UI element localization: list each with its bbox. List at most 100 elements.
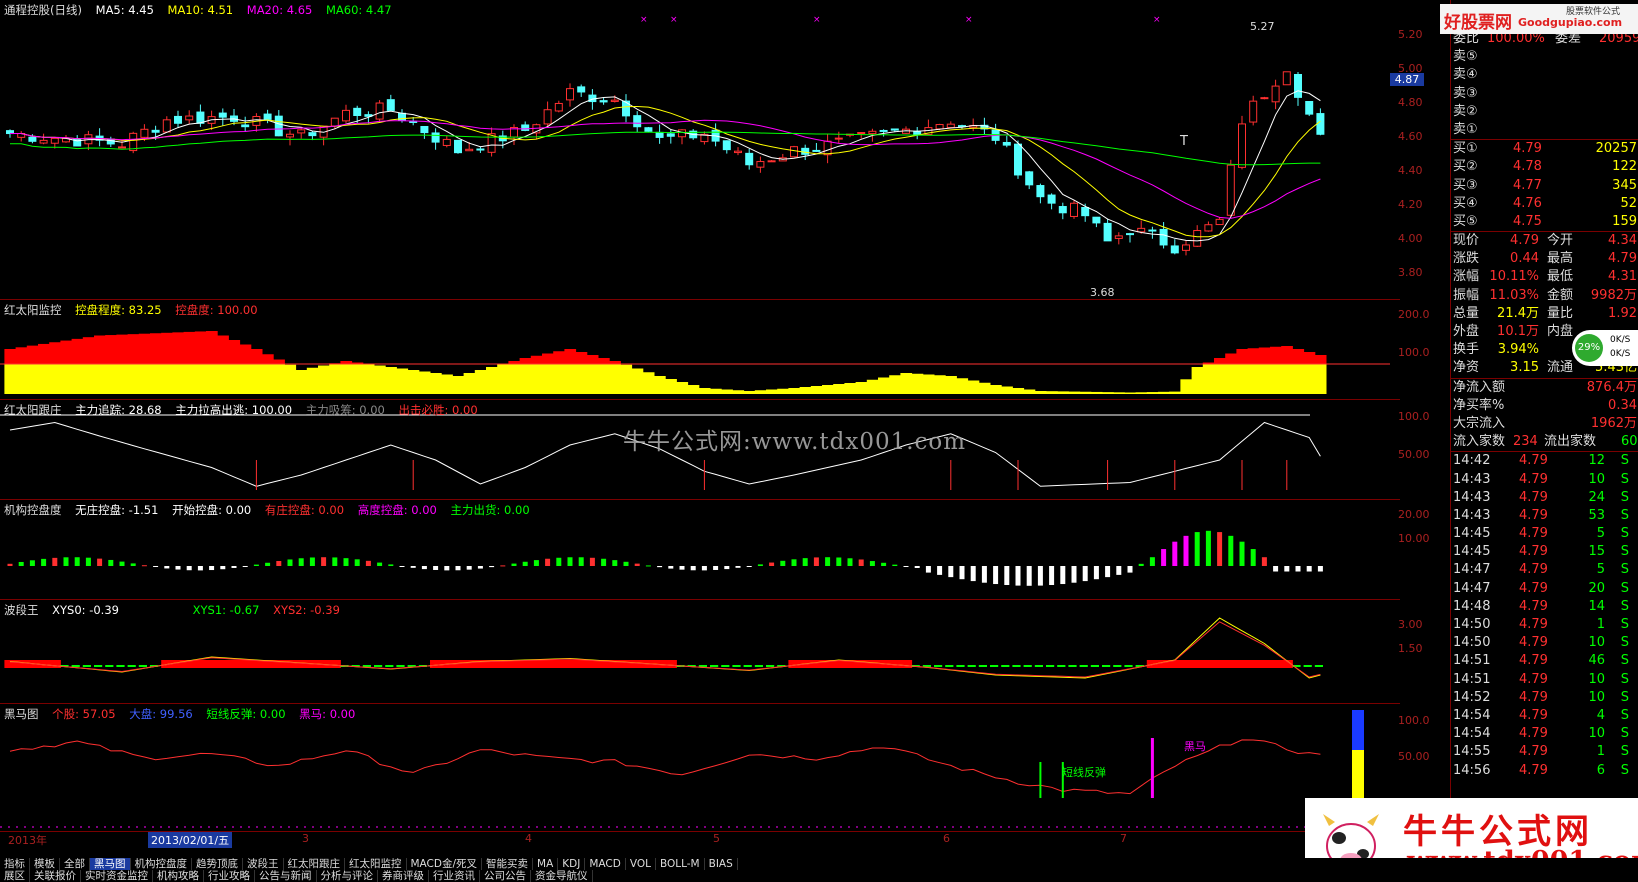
function-link[interactable]: 公司公告: [480, 870, 531, 882]
control-bar: [242, 566, 248, 567]
function-link[interactable]: 公告与新闻: [255, 870, 317, 882]
candle-body: [218, 112, 227, 118]
pane-dark-horse[interactable]: 黑马图 个股: 57.05 大盘: 99.56 短线反弹: 0.00 黑马: 0…: [0, 704, 1430, 832]
indicator-tab[interactable]: 红太阳跟庄: [284, 858, 345, 870]
indicator-tab[interactable]: 黑马图: [90, 858, 131, 870]
indicator-tab[interactable]: 趋势顶底: [192, 858, 243, 870]
function-link[interactable]: 行业攻略: [204, 870, 255, 882]
buy-level-price: 4.75: [1513, 213, 1542, 229]
candle-body: [1182, 244, 1190, 251]
control-bar: [948, 566, 954, 578]
monitor-yellow-bar: [1034, 391, 1047, 394]
quote-label: 涨幅: [1453, 269, 1480, 285]
function-link[interactable]: 实时资金监控: [81, 870, 153, 882]
control-bar: [1306, 566, 1312, 572]
buy-level-label: 买④: [1453, 195, 1478, 211]
indicator-tab[interactable]: MACD金/死叉: [407, 858, 483, 870]
brand-top-url: Goodgupiao.com: [1518, 16, 1623, 29]
candle-body: [151, 129, 160, 133]
net-speed-widget[interactable]: 29% 0K/S 0K/S: [1572, 330, 1638, 366]
candle-body: [745, 152, 754, 166]
control-bar: [1239, 541, 1245, 566]
inflow-count: 234: [1513, 434, 1538, 450]
candle-body: [1226, 164, 1235, 216]
candle-body: [834, 137, 843, 140]
monitor-yellow-bar: [967, 380, 980, 394]
indicator-tab[interactable]: VOL: [626, 858, 656, 870]
bottom-toolbar[interactable]: 指标 模板 全部 黑马图 机构控盘度 趋势顶底 波段王 红太阳跟庄 红太阳监控 MACD金/死叉智…: [0, 858, 1638, 882]
indicator-tab[interactable]: KDJ: [558, 858, 586, 870]
pane-institution-control[interactable]: 机构控盘度 无庄控盘: -1.51 开始控盘: 0.00 有庄控盘: 0.00 …: [0, 500, 1430, 600]
monitor-yellow-bar: [1202, 364, 1215, 394]
tick-volume: 4: [1596, 707, 1605, 723]
pane3-title: 机构控盘度 无庄控盘: -1.51 开始控盘: 0.00 有庄控盘: 0.00 …: [4, 502, 540, 518]
main-ytick: 4.00: [1398, 232, 1423, 245]
function-link[interactable]: 券商评级: [378, 870, 429, 882]
tick-price: 4.79: [1519, 526, 1548, 542]
main-price-pane[interactable]: 通程控股(日线) MA5: 4.45 MA10: 4.51 MA20: 4.65…: [0, 0, 1424, 300]
control-bar: [388, 564, 394, 566]
chart-area[interactable]: 通程控股(日线) MA5: 4.45 MA10: 4.51 MA20: 4.65…: [0, 0, 1430, 860]
quote-value: 4.79: [1510, 233, 1539, 249]
tick-volume: 5: [1596, 526, 1605, 542]
indicator-tab[interactable]: MA: [533, 858, 559, 870]
monitor-yellow-bar: [284, 364, 297, 394]
band-red-block: [1191, 660, 1204, 668]
tick-time: 14:50: [1453, 617, 1491, 632]
indicator-tab[interactable]: BOLL-M: [656, 858, 705, 870]
band-red-block: [866, 660, 879, 668]
tick-row: 14:52 4.79 10 S: [1451, 689, 1638, 707]
monitor-yellow-bar: [161, 364, 173, 394]
indicator-tab[interactable]: 全部: [60, 858, 90, 870]
indicator-tab[interactable]: 红太阳监控: [345, 858, 407, 870]
dark-horse-chart: [0, 710, 1395, 828]
tick-price: 4.79: [1519, 707, 1548, 723]
pane2-name: 红太阳跟庄: [4, 403, 62, 417]
pane-hongtaiyang-monitor[interactable]: 红太阳监控 控盘程度: 83.25 控盘度: 100.00 200.0 100.…: [0, 300, 1430, 400]
function-link[interactable]: 行业资讯: [429, 870, 480, 882]
band-red-block: [172, 660, 185, 668]
buy-level-volume: 159: [1612, 213, 1637, 229]
candle-body: [1204, 224, 1213, 232]
control-bar: [477, 566, 483, 569]
monitor-yellow-bar: [430, 373, 442, 394]
monitor-yellow-bar: [1314, 364, 1327, 394]
control-bar: [1037, 566, 1043, 586]
inflow-count-label: 流入家数: [1453, 434, 1506, 450]
fund-flow-label: 大宗流入: [1453, 415, 1506, 431]
tick-list[interactable]: 14:42 4.79 12 S 14:43 4.79 10 S 14:43 4.79 24 S 14:4…: [1451, 451, 1638, 779]
quote-label: 外盘: [1453, 324, 1480, 339]
pane2-title: 红太阳跟庄 主力追踪: 28.68 主力拉高出逃: 100.00 主力吸筹: 0…: [4, 402, 488, 418]
indicator-tab[interactable]: 指标: [0, 858, 30, 870]
candle-body: [297, 129, 306, 134]
function-link[interactable]: 资金导航仪: [531, 870, 593, 882]
pane-band-king[interactable]: 波段王 XYS0: -0.39 XYS1: -0.67 XYS2: -0.39 …: [0, 600, 1423, 704]
tick-volume: 24: [1588, 489, 1605, 505]
indicator-tab[interactable]: MACD: [585, 858, 626, 870]
indicator-tab[interactable]: BIAS: [705, 858, 738, 870]
quote-label: 最低: [1547, 269, 1574, 285]
current-price-tag: 4.87: [1390, 73, 1424, 86]
monitor-yellow-bar: [486, 367, 498, 394]
function-link[interactable]: 关联报价: [30, 870, 81, 882]
pane2-ytick: 50.00: [1398, 448, 1430, 461]
function-link[interactable]: 展区: [0, 870, 30, 882]
indicator-tab[interactable]: 模板: [30, 858, 60, 870]
indicator-tabs[interactable]: 指标 模板 全部 黑马图 机构控盘度 趋势顶底 波段王 红太阳跟庄 红太阳监控 MACD金/死叉智…: [0, 858, 738, 870]
indicator-tab[interactable]: 智能买卖: [482, 858, 534, 870]
quote-panel[interactable]: 委比 100.00% 委差 20959 卖⑤ 卖④ 卖③ 卖② 卖① 买① 4.79 202…: [1450, 0, 1638, 860]
candlestick-chart[interactable]: × × × × ×: [0, 0, 1400, 300]
function-link[interactable]: 机构攻略: [153, 870, 204, 882]
function-link[interactable]: 分析与评论: [317, 870, 378, 882]
candle-body: [274, 115, 283, 137]
monitor-yellow-bar: [665, 379, 677, 394]
monitor-red-bar: [82, 337, 95, 364]
function-links[interactable]: 展区 关联报价 实时资金监控 机构攻略 行业攻略 公告与新闻 分析与评论 券商评级 行业资讯 公司…: [0, 870, 593, 882]
indicator-tab[interactable]: 波段王: [243, 858, 284, 870]
indicator-tab[interactable]: 机构控盘度: [131, 858, 192, 870]
control-bar: [903, 566, 909, 567]
monitor-yellow-bar: [732, 390, 745, 394]
tick-volume: 20: [1588, 580, 1605, 596]
band-red-block: [1202, 660, 1215, 668]
monitor-red-bar: [150, 333, 162, 364]
